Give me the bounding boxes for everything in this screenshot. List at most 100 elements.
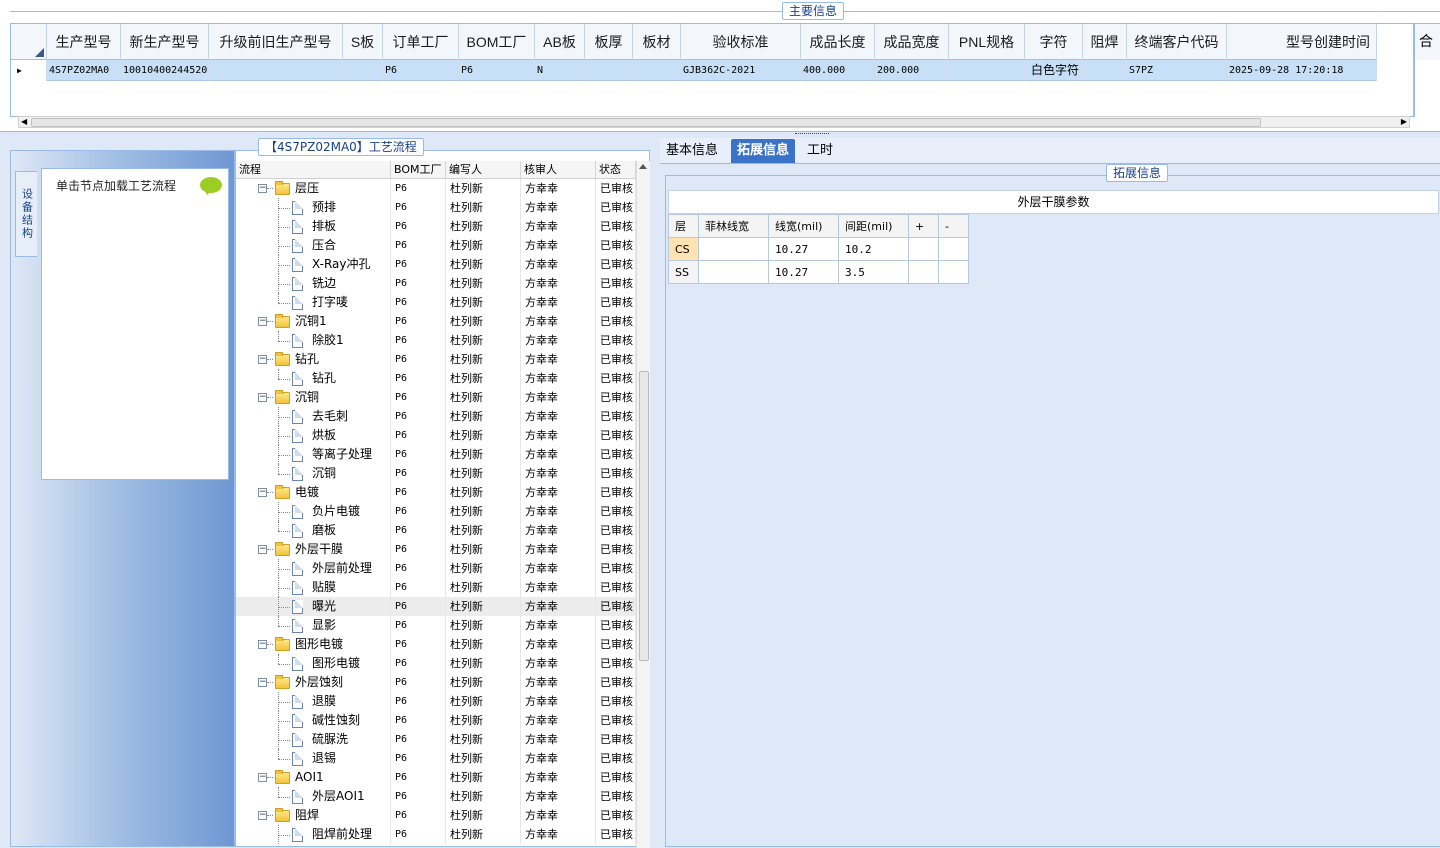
scroll-left-icon[interactable]: ◀ bbox=[21, 117, 27, 127]
tree-row[interactable]: − 层压 P6 杜列新 方幸幸 已审核 bbox=[236, 179, 636, 198]
tree-row[interactable]: 压合 P6 杜列新 方幸幸 已审核 bbox=[236, 236, 636, 255]
ext-header-cell[interactable]: 菲林线宽 bbox=[698, 214, 769, 238]
tree-header-cell[interactable]: 流程 bbox=[236, 161, 391, 179]
hscroll-thumb[interactable] bbox=[31, 118, 1261, 127]
tree-row[interactable]: 预排 P6 杜列新 方幸幸 已审核 bbox=[236, 198, 636, 217]
tree-header-cell[interactable]: 状态 bbox=[596, 161, 636, 179]
grid-cell[interactable] bbox=[949, 60, 1025, 81]
tree-row[interactable]: − 外层蚀刻 P6 杜列新 方幸幸 已审核 bbox=[236, 673, 636, 692]
ext-cell[interactable] bbox=[938, 237, 969, 261]
grid-row-selected[interactable]: ▶ 4S7PZ02MA0 10010400244520 P6 P6 N GJB362C-20… bbox=[11, 60, 1377, 81]
tree-row[interactable]: 贴膜 P6 杜列新 方幸幸 已审核 bbox=[236, 578, 636, 597]
tree-header-cell[interactable]: BOM工厂 bbox=[391, 161, 446, 179]
tree-row[interactable]: 除胶1 P6 杜列新 方幸幸 已审核 bbox=[236, 331, 636, 350]
grid-header-cell[interactable]: 生产型号 bbox=[47, 24, 121, 60]
ext-header-cell[interactable]: 层 bbox=[668, 214, 699, 238]
tree-row[interactable]: − 钻孔 P6 杜列新 方幸幸 已审核 bbox=[236, 350, 636, 369]
ext-cell[interactable]: 3.5 bbox=[838, 260, 909, 284]
vertical-splitter[interactable] bbox=[650, 138, 660, 847]
grid-cell[interactable]: 400.000 bbox=[801, 60, 875, 81]
grid-header-cell[interactable]: 验收标准 bbox=[681, 24, 801, 60]
tree-row[interactable]: 外层AOI1 P6 杜列新 方幸幸 已审核 bbox=[236, 787, 636, 806]
tree-row[interactable]: 打字唛 P6 杜列新 方幸幸 已审核 bbox=[236, 293, 636, 312]
grid-header-cell[interactable]: 新生产型号 bbox=[121, 24, 209, 60]
grid-cell[interactable]: 白色字符 bbox=[1025, 60, 1083, 81]
tree-row[interactable]: − 阻焊 P6 杜列新 方幸幸 已审核 bbox=[236, 806, 636, 825]
tree-row[interactable]: 铣边 P6 杜列新 方幸幸 已审核 bbox=[236, 274, 636, 293]
grid-cell[interactable]: P6 bbox=[383, 60, 459, 81]
ext-cell[interactable] bbox=[908, 237, 939, 261]
tree-vscrollbar[interactable] bbox=[636, 161, 650, 848]
tree-row[interactable]: 沉铜 P6 杜列新 方幸幸 已审核 bbox=[236, 464, 636, 483]
collapse-icon[interactable]: − bbox=[258, 640, 267, 649]
ext-row[interactable]: SS 10.27 3.5 bbox=[668, 260, 969, 284]
ext-cell[interactable] bbox=[698, 260, 769, 284]
ext-cell[interactable]: 10.27 bbox=[768, 260, 839, 284]
tree-row[interactable]: 钻孔 P6 杜列新 方幸幸 已审核 bbox=[236, 369, 636, 388]
main-grid-hscrollbar[interactable]: ◀ ▶ bbox=[18, 116, 1410, 128]
grid-cell[interactable] bbox=[633, 60, 681, 81]
tab-basic-info[interactable]: 基本信息 bbox=[660, 139, 724, 163]
ext-row[interactable]: CS 10.27 10.2 bbox=[668, 237, 969, 261]
tree-row[interactable]: 排板 P6 杜列新 方幸幸 已审核 bbox=[236, 217, 636, 236]
collapse-icon[interactable]: − bbox=[258, 773, 267, 782]
grid-header-extra[interactable]: 合 bbox=[1415, 24, 1440, 60]
grid-cell[interactable]: P6 bbox=[459, 60, 535, 81]
collapse-icon[interactable]: − bbox=[258, 678, 267, 687]
grid-header-cell[interactable]: 板厚 bbox=[585, 24, 633, 60]
grid-header-cell[interactable]: 阻焊 bbox=[1083, 24, 1127, 60]
collapse-icon[interactable]: − bbox=[258, 811, 267, 820]
tree-row[interactable]: − 沉铜1 P6 杜列新 方幸幸 已审核 bbox=[236, 312, 636, 331]
grid-header-cell[interactable]: 板材 bbox=[633, 24, 681, 60]
grid-cell[interactable]: 200.000 bbox=[875, 60, 949, 81]
ext-cell[interactable]: 10.27 bbox=[768, 237, 839, 261]
tree-vscroll-thumb[interactable] bbox=[639, 371, 649, 661]
tree-row[interactable]: 退膜 P6 杜列新 方幸幸 已审核 bbox=[236, 692, 636, 711]
tree-row[interactable]: 磨板 P6 杜列新 方幸幸 已审核 bbox=[236, 521, 636, 540]
tree-row[interactable]: − 电镀 P6 杜列新 方幸幸 已审核 bbox=[236, 483, 636, 502]
tree-row[interactable]: − AOI1 P6 杜列新 方幸幸 已审核 bbox=[236, 768, 636, 787]
grid-cell[interactable]: 10010400244520 bbox=[121, 60, 209, 81]
row-indicator-icon[interactable]: ▶ bbox=[11, 60, 47, 81]
tree-row[interactable]: 外层前处理 P6 杜列新 方幸幸 已审核 bbox=[236, 559, 636, 578]
tree-row[interactable]: X-Ray冲孔 P6 杜列新 方幸幸 已审核 bbox=[236, 255, 636, 274]
tree-header-cell[interactable]: 核审人 bbox=[521, 161, 596, 179]
tree-row[interactable]: 退锡 P6 杜列新 方幸幸 已审核 bbox=[236, 749, 636, 768]
tree-row[interactable]: 碱性蚀刻 P6 杜列新 方幸幸 已审核 bbox=[236, 711, 636, 730]
grid-cell[interactable] bbox=[343, 60, 383, 81]
tree-row[interactable]: 负片电镀 P6 杜列新 方幸幸 已审核 bbox=[236, 502, 636, 521]
ext-header-cell[interactable]: + bbox=[908, 214, 939, 238]
grid-cell[interactable]: 4S7PZ02MA0 bbox=[47, 60, 121, 81]
tab-extension-info[interactable]: 拓展信息 bbox=[731, 139, 796, 163]
grid-cell[interactable] bbox=[1083, 60, 1127, 81]
ext-cell[interactable] bbox=[908, 260, 939, 284]
collapse-icon[interactable]: − bbox=[258, 545, 267, 554]
collapse-icon[interactable]: − bbox=[258, 393, 267, 402]
vertical-tab-structure[interactable]: 设备结构 bbox=[15, 171, 37, 257]
grid-header-cell[interactable]: 成品宽度 bbox=[875, 24, 949, 60]
tree-row[interactable]: 硫脲洗 P6 杜列新 方幸幸 已审核 bbox=[236, 730, 636, 749]
ext-cell[interactable]: CS bbox=[668, 237, 699, 261]
tree-row[interactable]: 烘板 P6 杜列新 方幸幸 已审核 bbox=[236, 426, 636, 445]
scroll-right-icon[interactable]: ▶ bbox=[1401, 117, 1407, 127]
scroll-up-icon[interactable] bbox=[639, 164, 647, 169]
grid-header-cell[interactable]: BOM工厂 bbox=[459, 24, 535, 60]
tree-row[interactable]: 去毛刺 P6 杜列新 方幸幸 已审核 bbox=[236, 407, 636, 426]
grid-header-cell[interactable]: 成品长度 bbox=[801, 24, 875, 60]
grid-cell[interactable]: 2025-09-28 17:20:18 bbox=[1227, 60, 1377, 81]
ext-cell[interactable]: 10.2 bbox=[838, 237, 909, 261]
ext-header-cell[interactable]: 线宽(mil) bbox=[768, 214, 839, 238]
grid-header-cell[interactable]: 终端客户代码 bbox=[1127, 24, 1227, 60]
grid-corner[interactable] bbox=[11, 24, 47, 60]
grid-header-cell[interactable]: PNL规格 bbox=[949, 24, 1025, 60]
tree-row[interactable]: 曝光 P6 杜列新 方幸幸 已审核 bbox=[236, 597, 636, 616]
grid-header-cell[interactable]: AB板 bbox=[535, 24, 585, 60]
tree-row[interactable]: 阻焊前处理 P6 杜列新 方幸幸 已审核 bbox=[236, 825, 636, 844]
tree-row[interactable]: − 沉铜 P6 杜列新 方幸幸 已审核 bbox=[236, 388, 636, 407]
grid-header-cell[interactable]: 型号创建时间 bbox=[1227, 24, 1377, 60]
tree-row[interactable]: 显影 P6 杜列新 方幸幸 已审核 bbox=[236, 616, 636, 635]
grid-cell[interactable]: GJB362C-2021 bbox=[681, 60, 801, 81]
ext-cell[interactable] bbox=[938, 260, 969, 284]
grid-cell[interactable]: N bbox=[535, 60, 585, 81]
ext-cell[interactable] bbox=[698, 237, 769, 261]
